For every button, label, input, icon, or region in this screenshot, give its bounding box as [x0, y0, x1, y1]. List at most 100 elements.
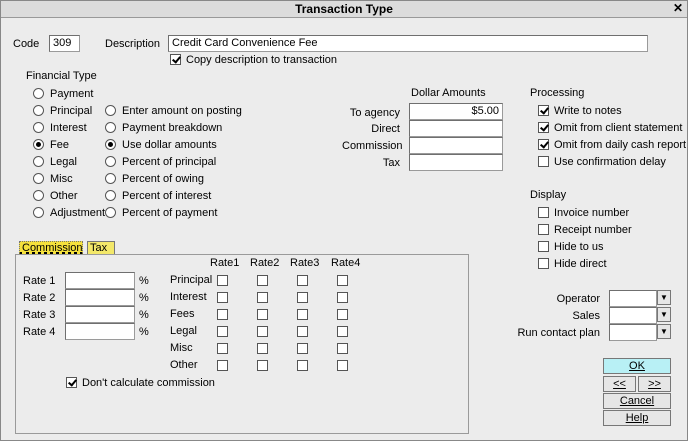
rate1-label: Rate 1 [23, 275, 56, 287]
grid-checkbox[interactable] [297, 343, 308, 354]
grid-checkbox[interactable] [297, 326, 308, 337]
operator-dropdown-icon[interactable]: ▼ [657, 290, 671, 305]
previous-button[interactable]: << [603, 376, 636, 392]
radio-adjustment[interactable] [33, 207, 44, 218]
hide-to-us-checkbox[interactable] [538, 241, 549, 252]
grid-checkbox[interactable] [337, 360, 348, 371]
radio-payment-breakdown-label: Payment breakdown [122, 122, 223, 134]
receipt-number-label: Receipt number [554, 224, 632, 236]
omit-client-statement-label: Omit from client statement [554, 122, 683, 134]
copy-description-checkbox[interactable] [170, 54, 181, 65]
financial-type-title: Financial Type [26, 70, 97, 82]
radio-percent-interest[interactable] [105, 190, 116, 201]
confirmation-delay-label: Use confirmation delay [554, 156, 666, 168]
sales-select[interactable] [609, 307, 657, 324]
radio-fee-label: Fee [50, 139, 69, 151]
previous-button-label: << [613, 378, 626, 390]
grid-row-other: Other [170, 359, 198, 371]
invoice-number-label: Invoice number [554, 207, 630, 219]
cancel-button[interactable]: Cancel [603, 393, 671, 409]
radio-use-dollar-amounts-label: Use dollar amounts [122, 139, 217, 151]
grid-checkbox[interactable] [337, 343, 348, 354]
grid-checkbox[interactable] [257, 326, 268, 337]
rate4-field[interactable] [65, 323, 135, 340]
grid-checkbox[interactable] [217, 360, 228, 371]
sales-dropdown-icon[interactable]: ▼ [657, 307, 671, 322]
grid-checkbox[interactable] [257, 343, 268, 354]
grid-checkbox[interactable] [297, 309, 308, 320]
radio-legal-label: Legal [50, 156, 77, 168]
grid-checkbox[interactable] [297, 292, 308, 303]
description-label: Description [105, 38, 161, 50]
radio-payment[interactable] [33, 88, 44, 99]
grid-checkbox[interactable] [337, 292, 348, 303]
tab-tax[interactable]: Tax [87, 241, 115, 255]
tab-commission[interactable]: Commission [19, 241, 83, 255]
omit-daily-cash-checkbox[interactable] [538, 139, 549, 150]
radio-fee[interactable] [33, 139, 44, 150]
grid-checkbox[interactable] [337, 326, 348, 337]
grid-checkbox[interactable] [337, 309, 348, 320]
operator-select[interactable] [609, 290, 657, 307]
write-to-notes-checkbox[interactable] [538, 105, 549, 116]
radio-percent-payment[interactable] [105, 207, 116, 218]
hide-direct-label: Hide direct [554, 258, 607, 270]
receipt-number-checkbox[interactable] [538, 224, 549, 235]
radio-misc[interactable] [33, 173, 44, 184]
grid-checkbox[interactable] [217, 326, 228, 337]
radio-payment-breakdown[interactable] [105, 122, 116, 133]
grid-row-principal: Principal [170, 274, 213, 286]
rate2-field[interactable] [65, 289, 135, 306]
grid-row-misc: Misc [170, 342, 193, 354]
grid-checkbox[interactable] [337, 275, 348, 286]
radio-adjustment-label: Adjustment [50, 207, 106, 219]
radio-interest[interactable] [33, 122, 44, 133]
rate3-field[interactable] [65, 306, 135, 323]
run-contact-plan-select[interactable] [609, 324, 657, 341]
radio-principal[interactable] [33, 105, 44, 116]
dollar-amounts-title: Dollar Amounts [411, 87, 486, 99]
next-button[interactable]: >> [638, 376, 671, 392]
hide-direct-checkbox[interactable] [538, 258, 549, 269]
radio-percent-principal[interactable] [105, 156, 116, 167]
invoice-number-checkbox[interactable] [538, 207, 549, 218]
radio-misc-label: Misc [50, 173, 73, 185]
grid-checkbox[interactable] [257, 360, 268, 371]
grid-checkbox[interactable] [217, 309, 228, 320]
radio-legal[interactable] [33, 156, 44, 167]
code-field[interactable]: 309 [49, 35, 80, 52]
rate4-percent: % [139, 326, 149, 338]
grid-checkbox[interactable] [217, 292, 228, 303]
rate4-label: Rate 4 [23, 326, 56, 338]
cancel-button-label: Cancel [619, 395, 655, 407]
grid-checkbox[interactable] [217, 275, 228, 286]
radio-enter-amount[interactable] [105, 105, 116, 116]
radio-percent-owing[interactable] [105, 173, 116, 184]
help-button-label: Help [625, 412, 649, 424]
commission-amount-field[interactable] [409, 137, 503, 154]
radio-interest-label: Interest [50, 122, 87, 134]
grid-checkbox[interactable] [297, 275, 308, 286]
help-button[interactable]: Help [603, 410, 671, 426]
run-contact-plan-dropdown-icon[interactable]: ▼ [657, 324, 671, 339]
radio-use-dollar-amounts[interactable] [105, 139, 116, 150]
rate1-field[interactable] [65, 272, 135, 289]
radio-other[interactable] [33, 190, 44, 201]
tax-amount-field[interactable] [409, 154, 503, 171]
to-agency-field[interactable]: $5.00 [409, 103, 503, 120]
description-field[interactable]: Credit Card Convenience Fee [168, 35, 648, 52]
ok-button[interactable]: OK [603, 358, 671, 374]
grid-checkbox[interactable] [297, 360, 308, 371]
dont-calc-commission-checkbox[interactable] [66, 377, 77, 388]
radio-percent-payment-label: Percent of payment [122, 207, 218, 219]
confirmation-delay-checkbox[interactable] [538, 156, 549, 167]
close-icon[interactable]: ✕ [671, 2, 685, 15]
grid-checkbox[interactable] [217, 343, 228, 354]
grid-checkbox[interactable] [257, 309, 268, 320]
omit-client-statement-checkbox[interactable] [538, 122, 549, 133]
grid-checkbox[interactable] [257, 275, 268, 286]
direct-field[interactable] [409, 120, 503, 137]
radio-other-label: Other [50, 190, 78, 202]
grid-checkbox[interactable] [257, 292, 268, 303]
grid-col-rate2: Rate2 [250, 257, 280, 269]
